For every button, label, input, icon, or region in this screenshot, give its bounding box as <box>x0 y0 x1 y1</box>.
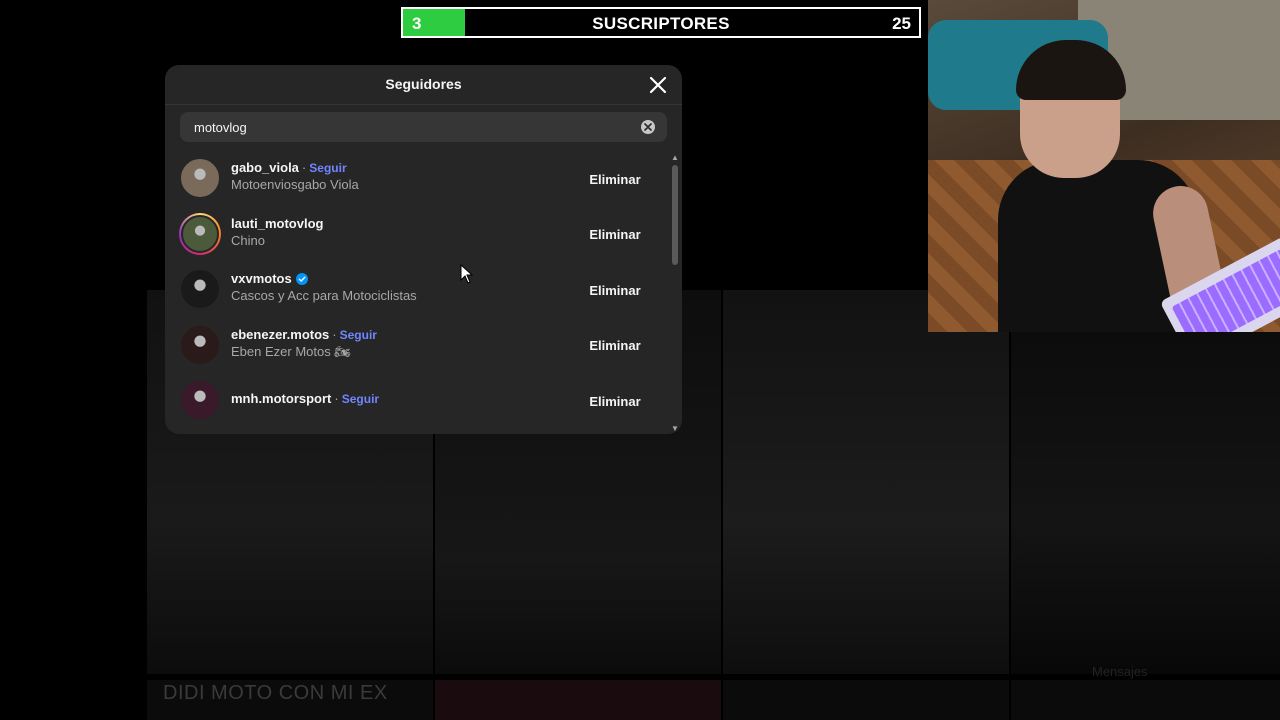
avatar[interactable] <box>179 268 221 310</box>
mouse-pointer-icon <box>460 264 474 284</box>
followers-list: gabo_viola · Seguir Motoenviosgabo Viola Eli… <box>165 151 665 434</box>
background-post <box>723 680 1009 720</box>
webcam-streamer <box>998 40 1233 332</box>
remove-follower-button[interactable]: Eliminar <box>580 220 650 250</box>
clear-search-button[interactable] <box>641 120 655 134</box>
follower-row[interactable]: mnh.motorsport · Seguir Eliminar <box>165 373 665 429</box>
remove-follower-button[interactable]: Eliminar <box>580 331 650 361</box>
close-icon <box>649 76 667 94</box>
scroll-thumb[interactable] <box>672 165 678 265</box>
follower-row[interactable]: ebenezer.motos · Seguir Eben Ezer Motos 🏍 El… <box>165 318 665 374</box>
avatar[interactable] <box>179 379 221 421</box>
follower-fullname: Eben Ezer Motos 🏍 <box>231 343 351 359</box>
background-post <box>435 680 721 720</box>
scroll-down-arrow-icon[interactable]: ▼ <box>671 424 679 433</box>
avatar[interactable] <box>179 212 221 255</box>
background-post <box>723 290 1009 674</box>
dialog-title: Seguidores <box>385 76 462 92</box>
background-post-caption: DIDI MOTO CON MI EX <box>163 682 388 704</box>
follow-back-link[interactable]: Seguir <box>340 328 377 342</box>
followers-dialog: Seguidores gabo_viola·SeguirMotoenviosga… <box>165 65 682 434</box>
follower-username[interactable]: lauti_motovlog <box>231 216 323 231</box>
subscriber-label: SUSCRIPTORES <box>592 14 730 33</box>
scrollbar[interactable]: ▲ ▼ <box>669 153 681 433</box>
search-input[interactable] <box>180 112 667 142</box>
separator-dot: · <box>334 391 339 406</box>
follower-username[interactable]: ebenezer.motos <box>231 327 329 342</box>
webcam-feed <box>928 0 1280 332</box>
follower-username[interactable]: vxvmotos <box>231 271 292 286</box>
avatar[interactable] <box>179 157 221 199</box>
follower-row[interactable]: lauti_motovlog Chino Eliminar <box>165 207 665 263</box>
avatar[interactable] <box>179 323 221 366</box>
separator-dot: · <box>301 160 307 175</box>
close-button[interactable] <box>646 73 670 97</box>
follower-fullname: Cascos y Acc para Motociclistas <box>231 288 417 303</box>
follower-fullname: Chino <box>231 232 265 248</box>
search-box <box>180 112 667 142</box>
remove-follower-button[interactable]: Eliminar <box>580 275 650 305</box>
follower-row[interactable]: gabo_viola · Seguir Motoenviosgabo Viola Eli… <box>165 151 665 207</box>
follow-back-link[interactable]: Seguir <box>309 161 346 175</box>
remove-follower-button[interactable]: Eliminar <box>580 164 650 194</box>
follower-username[interactable]: mnh.motorsport <box>231 391 331 406</box>
subscriber-goal-bar: 3 SUSCRIPTORES 25 <box>401 7 921 38</box>
follower-username[interactable]: gabo_viola <box>231 160 299 175</box>
dialog-header: Seguidores <box>165 65 682 105</box>
subscriber-goal-count: 25 <box>892 14 911 33</box>
verified-badge-icon <box>295 273 308 285</box>
background-messages-label: Mensajes <box>1092 664 1148 679</box>
follower-row[interactable]: vxvmotos Cascos y Acc para Motociclistas E… <box>165 262 665 318</box>
scroll-up-arrow-icon[interactable]: ▲ <box>671 153 679 162</box>
clear-search-icon <box>644 123 652 131</box>
follower-fullname: Motoenviosgabo Viola <box>231 177 359 192</box>
remove-follower-button[interactable]: Eliminar <box>580 386 650 416</box>
separator-dot: · <box>332 326 337 342</box>
follow-back-link[interactable]: Seguir <box>342 392 379 406</box>
screen: DIDI MOTO CON MI EX Mensajes 3 SUSCRIPTO… <box>0 0 1280 720</box>
background-post <box>1011 290 1280 674</box>
background-post <box>1011 680 1280 720</box>
